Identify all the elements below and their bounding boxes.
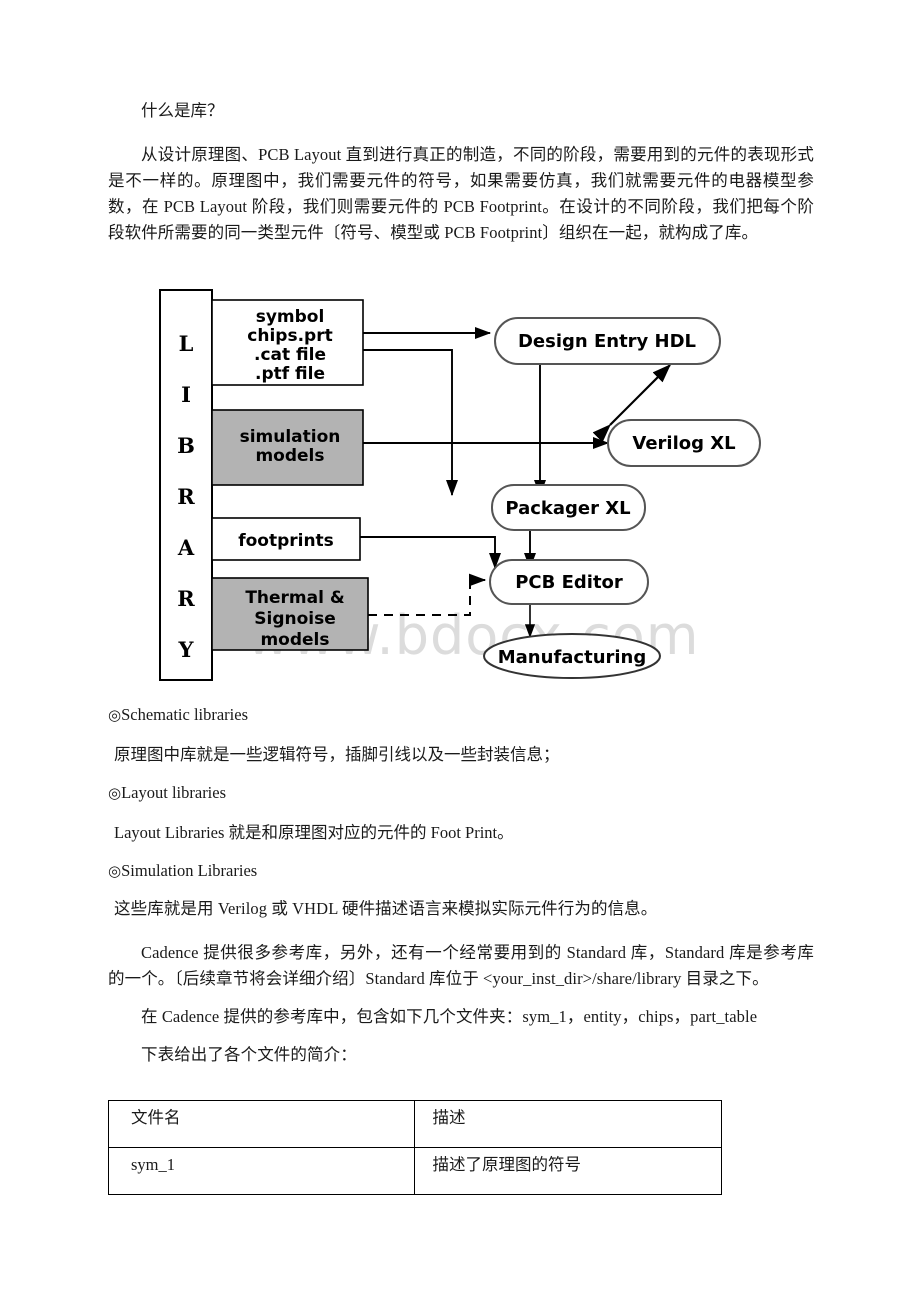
section-title-simulation: Simulation Libraries [121,861,258,880]
page-title: 什么是库？ [141,101,224,120]
thermal-box-line-2: Signoise [254,609,336,629]
library-letter-B: B [177,433,195,458]
library-letter-R1: R [177,484,195,509]
verilog-xl-label: Verilog XL [632,433,735,454]
paragraph-cadence: Cadence 提供很多参考库，另外，还有一个经常要用到的 Standard 库… [108,943,814,988]
bullet-icon: ◎ [108,706,122,724]
library-letter-I: I [181,382,191,407]
library-letter-R2: R [177,586,195,611]
symbol-box-line-2: chips.prt [247,326,332,346]
table-header-description: 描述 [413,1100,723,1148]
library-flow-diagram: L I B R A R Y symbol chips.prt .cat file… [140,285,780,685]
section-body-schematic: 原理图中库就是一些逻辑符号，插脚引线以及一些封装信息； [114,745,560,764]
design-entry-hdl-label: Design Entry HDL [518,331,696,352]
thermal-box-line-3: models [260,630,329,650]
file-description-table: 文件名 描述 sym_1 描述了原理图的符号 [108,1100,723,1195]
document-page: 什么是库？ 从设计原理图、PCB Layout 直到进行真正的制造，不同的阶段，… [0,0,920,1302]
pcb-editor-label: PCB Editor [515,572,623,593]
simulation-box-line-2: models [255,446,324,466]
bullet-icon: ◎ [108,784,122,802]
document-text-middle: ◎Schematic libraries 原理图中库就是一些逻辑符号，插脚引线以… [108,700,814,1072]
section-body-simulation: 这些库就是用 Verilog 或 VHDL 硬件描述语言来模拟实际元件行为的信息… [114,899,658,918]
simulation-box-line-1: simulation [240,427,341,447]
section-title-schematic: Schematic libraries [121,705,249,724]
thermal-box-line-1: Thermal & [245,588,345,608]
section-bullet-schematic: ◎Schematic libraries [108,700,814,730]
table-row: sym_1 描述了原理图的符号 [108,1147,723,1195]
table-cell-description: 描述了原理图的符号 [413,1147,723,1195]
section-bullet-layout: ◎Layout libraries [108,778,814,808]
bullet-icon: ◎ [108,862,122,880]
library-letter-L: L [179,331,194,356]
packager-xl-label: Packager XL [505,498,630,519]
paragraph-folders: 在 Cadence 提供的参考库中，包含如下几个文件夹：sym_1，entity… [141,1007,758,1026]
table-cell-filename: sym_1 [108,1147,415,1195]
table-header-filename: 文件名 [108,1100,415,1148]
symbol-box-line-3: .cat file [254,345,326,365]
library-letter-A: A [177,535,195,560]
symbol-box-line-4: .ptf file [255,364,325,384]
section-bullet-simulation: ◎Simulation Libraries [108,856,814,886]
symbol-box-line-1: symbol [256,307,325,327]
manufacturing-label: Manufacturing [498,647,647,668]
section-body-layout: Layout Libraries 就是和原理图对应的元件的 Foot Print… [114,823,514,842]
footprints-box-label: footprints [238,531,334,551]
table-header-row: 文件名 描述 [108,1100,723,1148]
section-title-layout: Layout libraries [121,783,227,802]
table-intro: 下表给出了各个文件的简介： [141,1045,357,1064]
intro-paragraph: 从设计原理图、PCB Layout 直到进行真正的制造，不同的阶段，需要用到的元… [108,145,814,242]
library-letter-Y: Y [178,637,195,662]
document-text-top: 什么是库？ 从设计原理图、PCB Layout 直到进行真正的制造，不同的阶段，… [108,98,814,250]
